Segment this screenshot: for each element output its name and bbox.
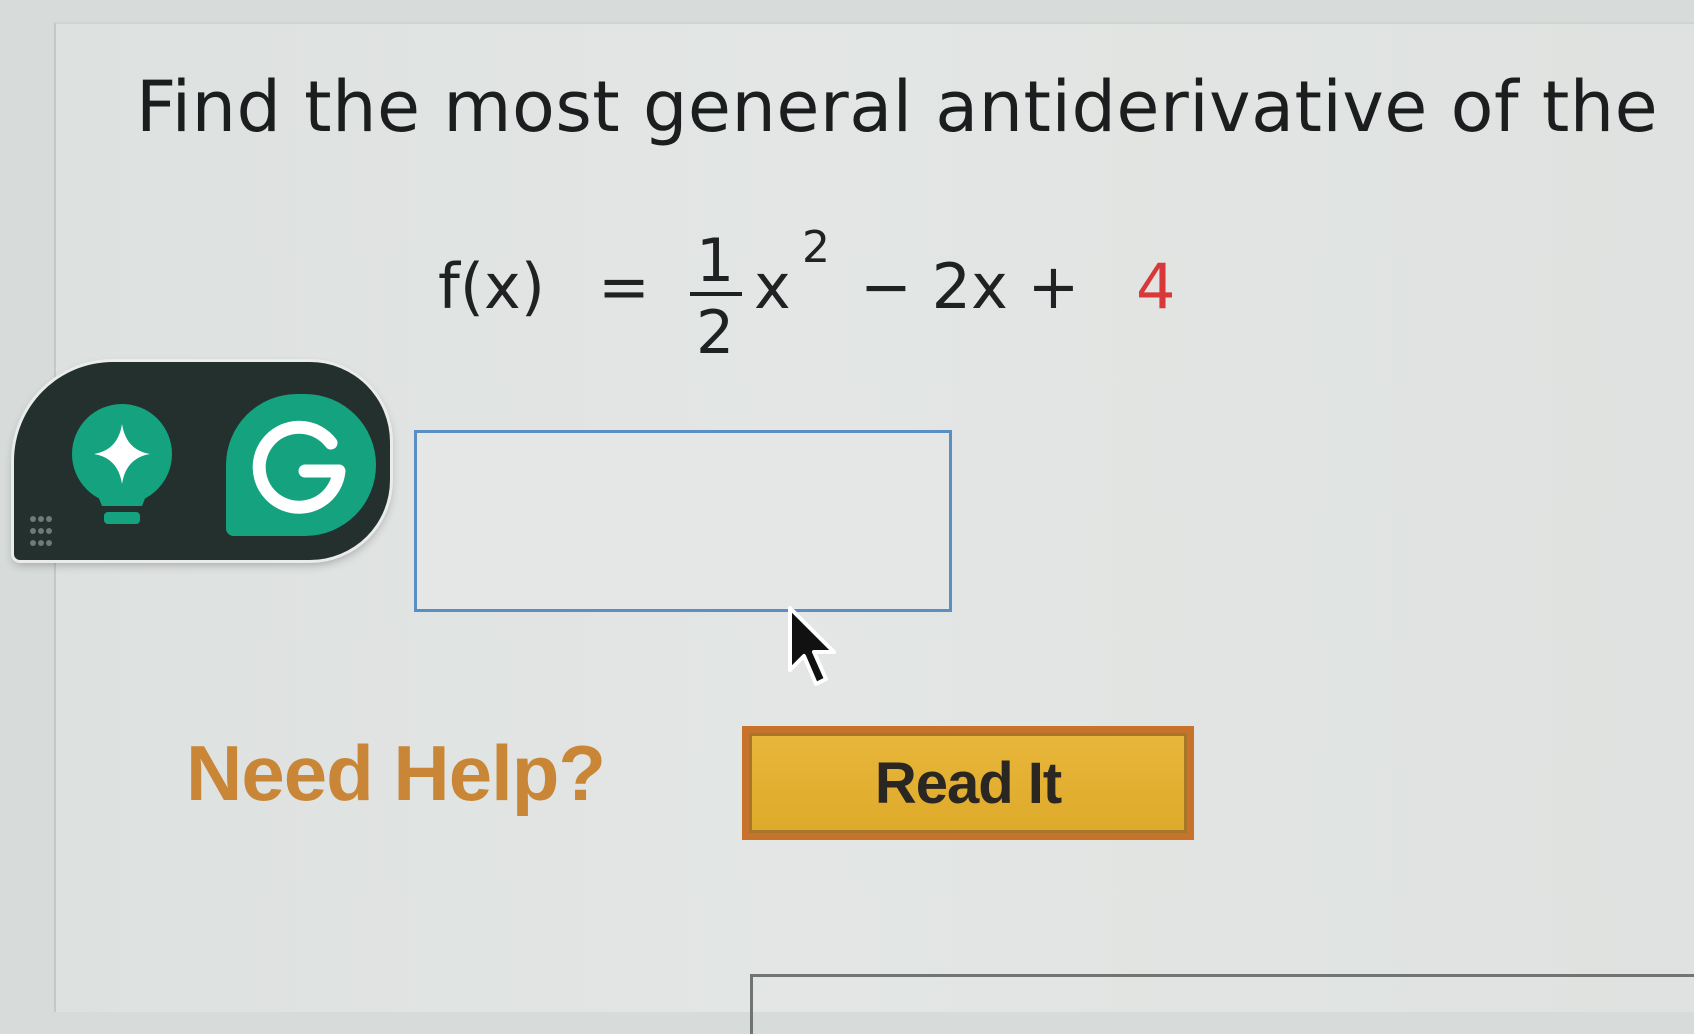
equation-constant: 4 <box>1136 250 1176 323</box>
answer-input[interactable] <box>414 430 952 612</box>
equation-lhs: f(x) <box>438 250 545 323</box>
fraction-denominator: 2 <box>696 298 735 368</box>
equation-exponent: 2 <box>802 222 830 273</box>
drag-handle-icon[interactable] <box>28 514 54 548</box>
lightbulb-sparkle-icon[interactable] <box>64 402 180 532</box>
equation-middle-terms: − 2x + <box>860 250 1080 323</box>
equation-variable: x <box>754 250 791 323</box>
question-text: Find the most general antiderivative of … <box>136 66 1659 148</box>
mouse-cursor-icon <box>788 606 836 686</box>
grammarly-g-icon <box>252 420 346 514</box>
need-help-label: Need Help? <box>186 729 606 817</box>
read-it-label: Read It <box>749 733 1187 833</box>
fraction-bar <box>690 292 742 296</box>
read-it-button[interactable]: Read It <box>742 726 1194 840</box>
fraction-numerator: 1 <box>696 226 735 296</box>
fraction: 1 2 <box>690 226 742 368</box>
grammarly-widget[interactable] <box>14 362 390 560</box>
next-section-frame <box>750 974 1694 1034</box>
grammarly-icon[interactable] <box>226 394 376 536</box>
equals-sign: = <box>598 250 650 323</box>
function-equation: f(x) = 1 2 x 2 − 2x + 4 <box>438 222 1198 368</box>
